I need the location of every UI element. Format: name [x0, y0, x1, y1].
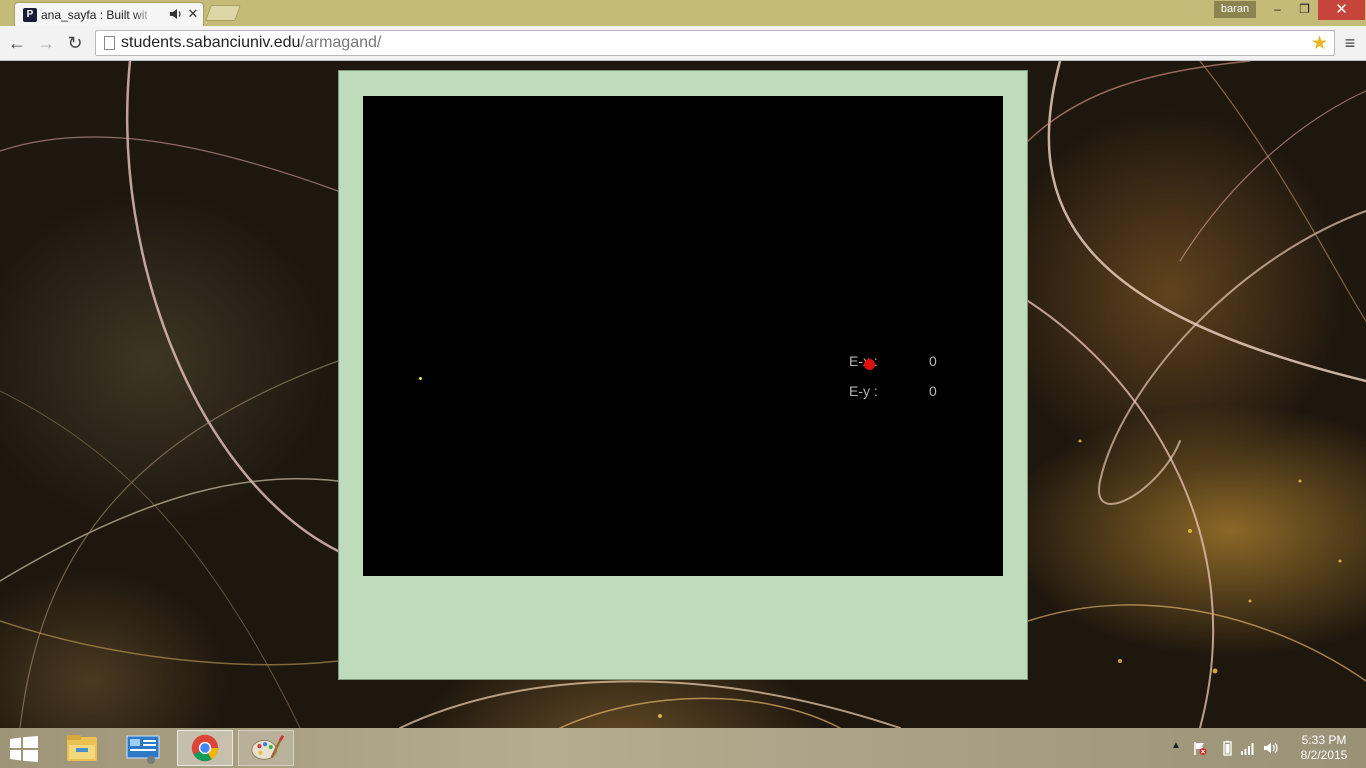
url-path: /armagand/ — [300, 34, 382, 51]
address-bar[interactable]: students.sabanciuniv.edu/armagand/ ★ — [95, 30, 1335, 56]
chrome-menu-icon[interactable]: ≡ — [1340, 32, 1360, 54]
forward-arrow-icon[interactable]: → — [35, 32, 57, 54]
clock-time: 5:33 PM — [1301, 733, 1347, 747]
player-dot — [419, 377, 422, 380]
browser-tab[interactable]: P ana_sayfa : Built with P ✕ — [14, 2, 204, 26]
windows-taskbar: ▲ 5:33 PM 8/2/2015 — [0, 728, 1366, 768]
audio-playing-icon[interactable] — [169, 7, 183, 21]
ey-label: E-y : — [849, 383, 878, 399]
bookmark-star-icon[interactable]: ★ — [1311, 32, 1328, 55]
browser-toolbar: ← → ↻ students.sabanciuniv.edu/armagand/… — [0, 26, 1366, 61]
chrome-icon[interactable] — [177, 730, 233, 766]
url-text[interactable]: students.sabanciuniv.edu/armagand/ — [121, 34, 381, 52]
windows-start-icon[interactable] — [10, 736, 38, 762]
url-host: students.sabanciuniv.edu — [121, 34, 301, 51]
battery-icon[interactable] — [1219, 740, 1235, 756]
page-viewport: E-x : 0 E-y : 0 — [0, 61, 1366, 728]
tab-close-icon[interactable]: ✕ — [186, 6, 200, 22]
profile-badge[interactable]: baran — [1214, 1, 1256, 18]
show-hidden-icons-icon[interactable]: ▲ — [1168, 740, 1184, 756]
back-arrow-icon[interactable]: ← — [6, 32, 28, 54]
browser-title-bar: P ana_sayfa : Built with P ✕ baran – ❐ ✕ — [0, 0, 1366, 26]
maximize-button[interactable]: ❐ — [1291, 0, 1318, 20]
ex-value: 0 — [929, 353, 937, 369]
control-panel-icon[interactable] — [115, 730, 171, 766]
minimize-button[interactable]: – — [1264, 0, 1291, 20]
processing-favicon-icon: P — [23, 8, 37, 22]
network-signal-icon[interactable] — [1240, 740, 1256, 756]
file-explorer-icon[interactable] — [54, 730, 110, 766]
page-icon — [104, 36, 115, 50]
tab-title: ana_sayfa : Built with P — [41, 8, 147, 22]
tab-title-fade — [133, 6, 155, 24]
close-window-button[interactable]: ✕ — [1318, 0, 1365, 20]
game-canvas[interactable]: E-x : 0 E-y : 0 — [363, 96, 1003, 576]
sketch-container: E-x : 0 E-y : 0 — [338, 70, 1028, 680]
paint-icon[interactable] — [238, 730, 294, 766]
clock-date: 8/2/2015 — [1300, 748, 1348, 762]
enemy-dot — [864, 359, 875, 370]
taskbar-clock[interactable]: 5:33 PM 8/2/2015 — [1292, 733, 1356, 763]
volume-icon[interactable] — [1263, 740, 1279, 756]
new-tab-button[interactable] — [205, 5, 241, 21]
ey-value: 0 — [929, 383, 937, 399]
action-center-flag-icon[interactable] — [1192, 740, 1208, 756]
reload-icon[interactable]: ↻ — [64, 32, 86, 54]
